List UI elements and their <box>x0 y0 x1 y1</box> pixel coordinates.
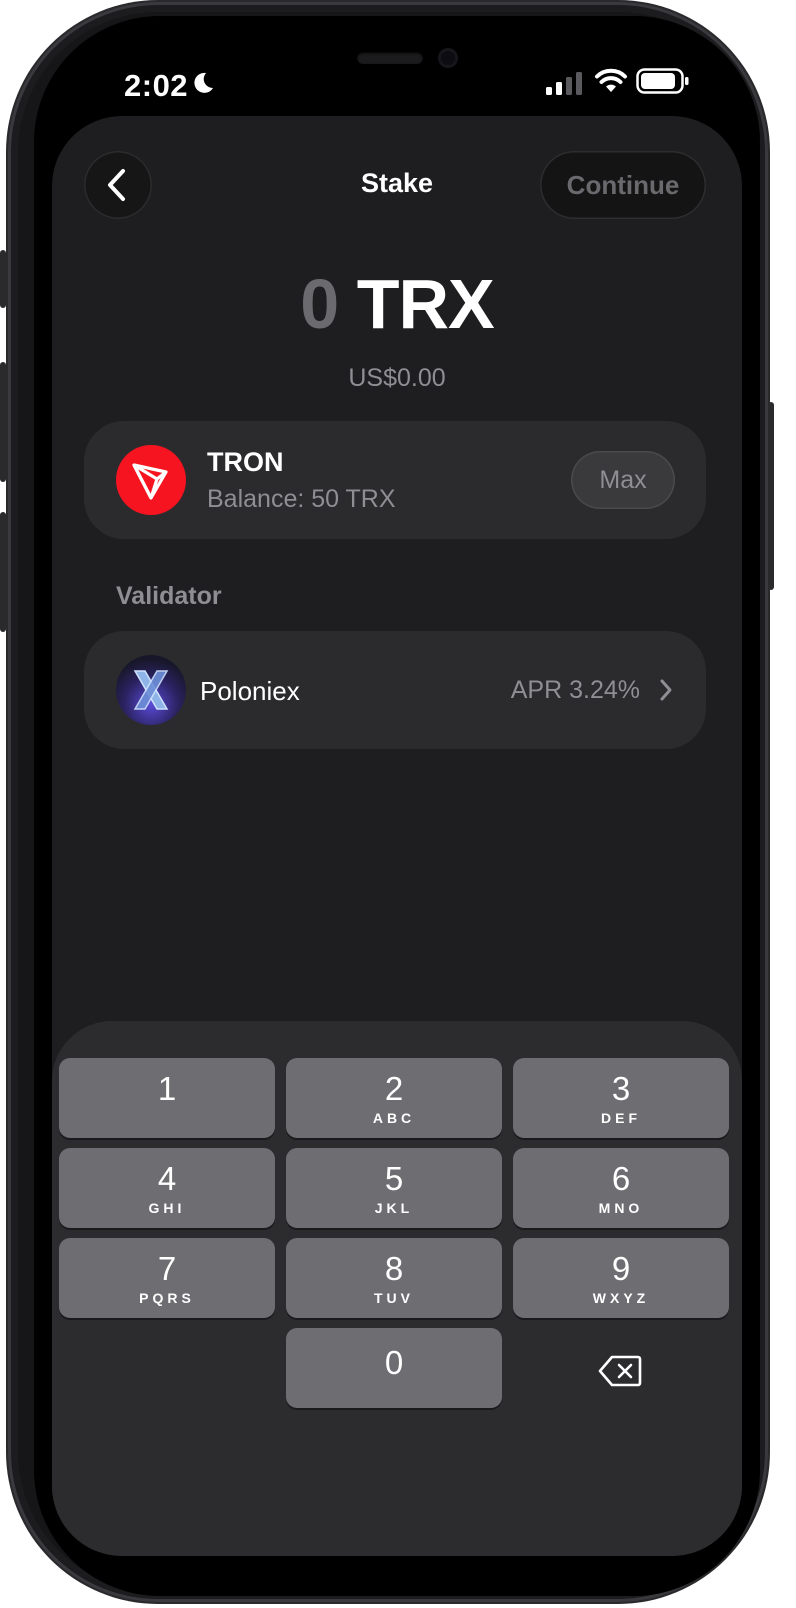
key-digit: 2 <box>384 1070 404 1107</box>
chevron-right-icon <box>660 679 672 701</box>
key-digit: 3 <box>611 1070 631 1107</box>
max-button[interactable]: Max <box>571 451 675 509</box>
side-button-silent <box>0 250 6 308</box>
key-digit: 8 <box>384 1250 404 1287</box>
side-button-volume-down <box>0 512 6 632</box>
key-digit: 4 <box>157 1160 177 1197</box>
key-letters: GHI <box>148 1200 186 1216</box>
tron-logo-icon <box>116 445 186 515</box>
wifi-icon <box>595 68 627 92</box>
phone-frame: 2:02 Stake Continue 0 TRX US$0.00 TRON B… <box>0 2 774 1602</box>
status-time: 2:02 <box>124 68 189 103</box>
token-card[interactable]: TRON Balance: 50 TRX Max <box>84 421 706 539</box>
key-letters: ABC <box>372 1110 416 1126</box>
validator-apr: APR 3.24% <box>510 676 640 704</box>
key-4[interactable]: 4 GHI <box>59 1148 275 1228</box>
numeric-keypad: 1 2 ABC 3 DEF 4 GHI 5 JKL 6 MNO 7 PQRS 8… <box>52 1021 742 1556</box>
key-3[interactable]: 3 DEF <box>513 1058 729 1138</box>
token-balance: Balance: 50 TRX <box>207 485 396 513</box>
stake-sheet: Stake Continue 0 TRX US$0.00 TRON Balanc… <box>52 116 742 1556</box>
screen: 2:02 Stake Continue 0 TRX US$0.00 TRON B… <box>34 16 760 1596</box>
status-bar: 2:02 <box>34 16 760 126</box>
key-digit: 1 <box>157 1070 177 1107</box>
key-0[interactable]: 0 <box>286 1328 502 1408</box>
side-button-volume-up <box>0 362 6 482</box>
key-letters: DEF <box>601 1110 641 1126</box>
side-button-power <box>768 402 774 590</box>
key-letters: MNO <box>598 1200 644 1216</box>
key-digit: 6 <box>611 1160 631 1197</box>
key-digit: 9 <box>611 1250 631 1287</box>
key-9[interactable]: 9 WXYZ <box>513 1238 729 1318</box>
cellular-signal-icon <box>546 72 582 95</box>
key-digit: 7 <box>157 1250 177 1287</box>
poloniex-logo-icon <box>116 655 186 725</box>
key-5[interactable]: 5 JKL <box>286 1148 502 1228</box>
amount-display[interactable]: 0 TRX <box>52 264 742 344</box>
key-digit: 0 <box>384 1344 404 1381</box>
key-letters: TUV <box>374 1290 414 1306</box>
key-letters: PQRS <box>139 1290 195 1306</box>
key-letters: JKL <box>374 1200 414 1216</box>
key-6[interactable]: 6 MNO <box>513 1148 729 1228</box>
backspace-icon[interactable] <box>598 1354 642 1388</box>
amount-value: 0 <box>300 265 339 343</box>
battery-icon <box>636 68 689 94</box>
validator-section-label: Validator <box>116 582 222 610</box>
key-letters: WXYZ <box>592 1290 650 1306</box>
validator-card[interactable]: Poloniex APR 3.24% <box>84 631 706 749</box>
amount-unit: TRX <box>356 265 495 343</box>
key-digit: 5 <box>384 1160 404 1197</box>
key-1[interactable]: 1 <box>59 1058 275 1138</box>
key-2[interactable]: 2 ABC <box>286 1058 502 1138</box>
moon-icon <box>194 72 213 93</box>
key-8[interactable]: 8 TUV <box>286 1238 502 1318</box>
front-camera <box>438 48 458 68</box>
fiat-value: US$0.00 <box>348 364 446 392</box>
continue-button[interactable]: Continue <box>540 151 706 219</box>
validator-name: Poloniex <box>200 676 300 706</box>
key-7[interactable]: 7 PQRS <box>59 1238 275 1318</box>
token-name: TRON <box>207 447 284 477</box>
earpiece-speaker <box>357 52 423 64</box>
